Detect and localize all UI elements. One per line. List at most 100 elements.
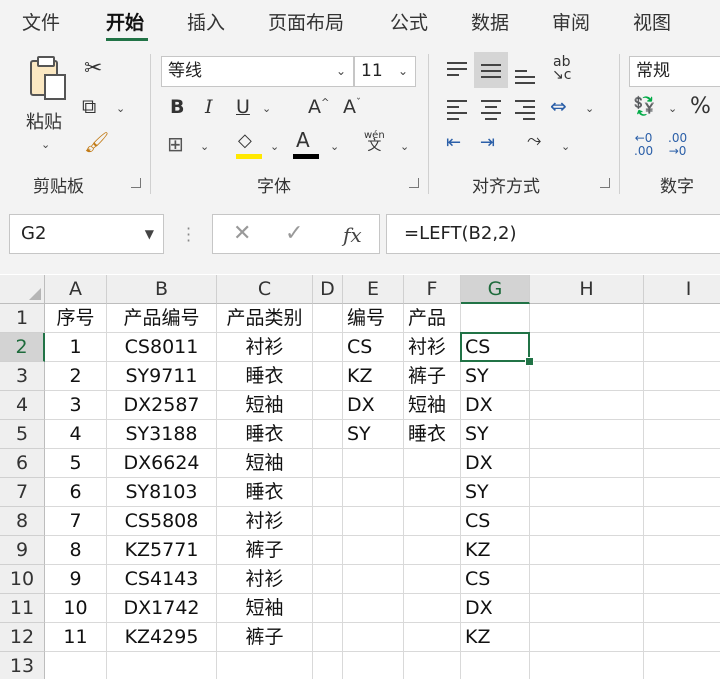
row-header-6[interactable]: 6: [0, 449, 45, 478]
cell-F9[interactable]: [404, 536, 461, 565]
column-header-I[interactable]: I: [644, 275, 720, 304]
tab-review[interactable]: 审阅: [552, 8, 590, 35]
cell-I7[interactable]: [644, 478, 720, 507]
cell-I3[interactable]: [644, 362, 720, 391]
cell-D1[interactable]: [313, 304, 343, 333]
bottom-align-icon[interactable]: [515, 66, 535, 88]
cell-H10[interactable]: [530, 565, 644, 594]
cell-G2[interactable]: CS: [461, 333, 530, 362]
cell-G3[interactable]: SY: [461, 362, 530, 391]
cell-A3[interactable]: 2: [45, 362, 107, 391]
cell-B12[interactable]: KZ4295: [107, 623, 217, 652]
percent-button[interactable]: %: [690, 94, 711, 119]
font-launcher-icon[interactable]: [409, 178, 419, 188]
cell-B3[interactable]: SY9711: [107, 362, 217, 391]
cell-F10[interactable]: [404, 565, 461, 594]
cell-C6[interactable]: 短袖: [217, 449, 313, 478]
font-size-combo[interactable]: 11 ⌄: [354, 56, 416, 87]
column-header-E[interactable]: E: [343, 275, 404, 304]
row-header-4[interactable]: 4: [0, 391, 45, 420]
alignment-launcher-icon[interactable]: [600, 178, 610, 188]
cell-A7[interactable]: 6: [45, 478, 107, 507]
worksheet-grid[interactable]: A B C D E F G H I 1 序号 产品编号 产品类别 编号 产品 2 1 CS8011 衬衫 CS 衬衫 CS…: [0, 275, 720, 679]
cell-A11[interactable]: 10: [45, 594, 107, 623]
cell-A8[interactable]: 7: [45, 507, 107, 536]
formula-input[interactable]: =LEFT(B2,2): [386, 214, 720, 254]
cell-C11[interactable]: 短袖: [217, 594, 313, 623]
row-header-1[interactable]: 1: [0, 304, 45, 333]
cell-H5[interactable]: [530, 420, 644, 449]
select-all-button[interactable]: [0, 275, 45, 304]
cell-E4[interactable]: DX: [343, 391, 404, 420]
decrease-font-button[interactable]: Aˇ: [343, 96, 361, 118]
cell-B10[interactable]: CS4143: [107, 565, 217, 594]
cell-B6[interactable]: DX6624: [107, 449, 217, 478]
font-color-dropdown-icon[interactable]: ⌄: [330, 140, 339, 153]
borders-dropdown-icon[interactable]: ⌄: [200, 140, 209, 153]
column-header-D[interactable]: D: [313, 275, 343, 304]
cell-I4[interactable]: [644, 391, 720, 420]
cell-F11[interactable]: [404, 594, 461, 623]
cell-B13[interactable]: [107, 652, 217, 679]
cell-G7[interactable]: SY: [461, 478, 530, 507]
cell-D10[interactable]: [313, 565, 343, 594]
resize-dots-icon[interactable]: · · ·: [186, 221, 191, 249]
copy-icon[interactable]: ⧉: [82, 94, 96, 118]
cell-I10[interactable]: [644, 565, 720, 594]
cell-G10[interactable]: CS: [461, 565, 530, 594]
cell-E2[interactable]: CS: [343, 333, 404, 362]
currency-dropdown-icon[interactable]: ⌄: [668, 102, 677, 115]
cell-I12[interactable]: [644, 623, 720, 652]
cell-D13[interactable]: [313, 652, 343, 679]
cell-F2[interactable]: 衬衫: [404, 333, 461, 362]
align-left-icon[interactable]: [447, 96, 467, 124]
cut-icon[interactable]: ✂: [84, 56, 102, 81]
cell-A5[interactable]: 4: [45, 420, 107, 449]
cell-B7[interactable]: SY8103: [107, 478, 217, 507]
middle-align-icon[interactable]: [481, 60, 501, 82]
cell-F3[interactable]: 裤子: [404, 362, 461, 391]
row-header-9[interactable]: 9: [0, 536, 45, 565]
cell-B2[interactable]: CS8011: [107, 333, 217, 362]
cell-E13[interactable]: [343, 652, 404, 679]
row-header-7[interactable]: 7: [0, 478, 45, 507]
insert-function-icon[interactable]: fx: [343, 223, 362, 247]
cell-H6[interactable]: [530, 449, 644, 478]
cell-B1[interactable]: 产品编号: [107, 304, 217, 333]
cell-C5[interactable]: 睡衣: [217, 420, 313, 449]
tab-home[interactable]: 开始: [106, 8, 144, 35]
cell-I11[interactable]: [644, 594, 720, 623]
cell-C8[interactable]: 衬衫: [217, 507, 313, 536]
copy-dropdown-icon[interactable]: ⌄: [116, 102, 125, 115]
align-right-icon[interactable]: [515, 96, 535, 124]
cell-A10[interactable]: 9: [45, 565, 107, 594]
decrease-indent-icon[interactable]: ⇤: [446, 132, 461, 153]
cell-A2[interactable]: 1: [45, 333, 107, 362]
cell-F1[interactable]: 产品: [404, 304, 461, 333]
cell-D2[interactable]: [313, 333, 343, 362]
increase-indent-icon[interactable]: ⇥: [480, 132, 495, 153]
cell-C2[interactable]: 衬衫: [217, 333, 313, 362]
font-color-button[interactable]: A: [296, 128, 310, 152]
cell-D9[interactable]: [313, 536, 343, 565]
row-header-3[interactable]: 3: [0, 362, 45, 391]
cell-H3[interactable]: [530, 362, 644, 391]
cell-A1[interactable]: 序号: [45, 304, 107, 333]
cell-B9[interactable]: KZ5771: [107, 536, 217, 565]
cell-D3[interactable]: [313, 362, 343, 391]
cell-D12[interactable]: [313, 623, 343, 652]
name-box[interactable]: G2 ▼: [9, 214, 164, 254]
cell-I5[interactable]: [644, 420, 720, 449]
merge-dropdown-icon[interactable]: ⌄: [585, 102, 594, 115]
cell-F7[interactable]: [404, 478, 461, 507]
row-header-13[interactable]: 13: [0, 652, 45, 679]
cell-H13[interactable]: [530, 652, 644, 679]
merge-center-icon[interactable]: ⇔: [550, 94, 567, 118]
orientation-icon[interactable]: ab ↘c: [552, 55, 571, 82]
column-header-F[interactable]: F: [404, 275, 461, 304]
cell-H4[interactable]: [530, 391, 644, 420]
cell-E11[interactable]: [343, 594, 404, 623]
cell-B4[interactable]: DX2587: [107, 391, 217, 420]
cell-G9[interactable]: KZ: [461, 536, 530, 565]
cell-E12[interactable]: [343, 623, 404, 652]
